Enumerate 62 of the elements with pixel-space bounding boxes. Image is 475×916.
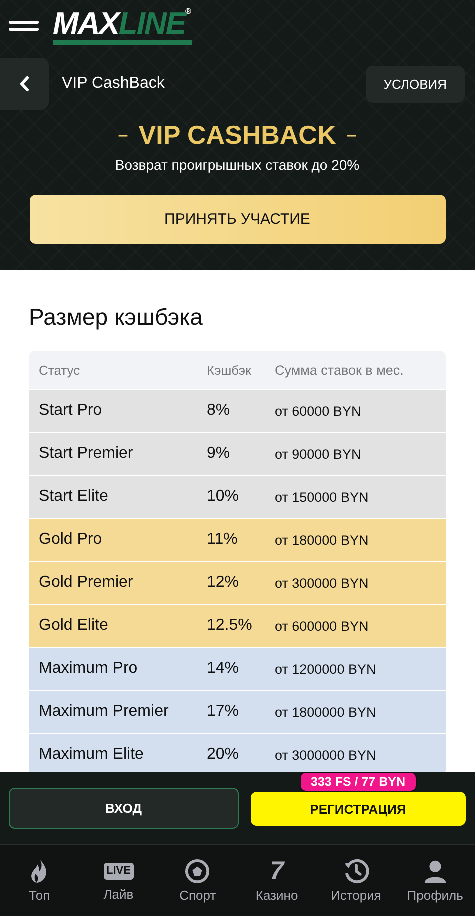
- promo-title: VIP CASHBACK: [138, 120, 336, 151]
- amount-cell-text: от 90000 BYN: [275, 446, 362, 462]
- amount-cell-text: от 300000 BYN: [275, 576, 370, 590]
- page-title: VIP CashBack: [62, 75, 166, 93]
- cashback-cell-text: 11%: [207, 531, 239, 549]
- amount-cell-text: от 1200000 BYN: [275, 662, 378, 676]
- join-button[interactable]: ПРИНЯТЬ УЧАСТИЕ: [30, 195, 446, 244]
- amount-cell-text: от 3000000 BYN: [275, 748, 378, 762]
- cashback-cell-text: 9%: [207, 445, 232, 463]
- nav-item[interactable]: 7 Казино: [239, 858, 316, 902]
- bonus-badge: 333 FS / 77 BYN: [300, 772, 416, 792]
- column-header: Кэшбэк: [207, 362, 252, 378]
- conditions-button[interactable]: УСЛОВИЯ: [366, 66, 465, 102]
- cashback-cell-text: 12.5%: [207, 617, 254, 635]
- nav-label: Спорт: [180, 888, 216, 902]
- nav-label: Лайв: [104, 886, 134, 902]
- amount-cell-text: от 600000 BYN: [275, 618, 370, 634]
- cashback-cell-text: 17%: [207, 703, 240, 721]
- cashback-cell-text: 20%: [207, 746, 240, 764]
- nav-item[interactable]: LIVE Лайв: [80, 860, 157, 902]
- dash: –: [118, 123, 129, 148]
- nav-item[interactable]: Профиль: [397, 858, 474, 902]
- status-cell-text: Start Elite: [38, 488, 110, 506]
- ball-icon: [185, 858, 210, 884]
- amount-cell-text: от 180000 BYN: [275, 532, 370, 548]
- nav-label: Профиль: [407, 888, 464, 902]
- back-button[interactable]: [0, 58, 49, 110]
- profile-icon: [422, 858, 448, 884]
- status-cell-text: Gold Premier: [38, 574, 134, 592]
- amount-cell-text: от 150000 BYN: [275, 490, 370, 504]
- history-icon: [344, 858, 369, 884]
- status-cell-text: Maximum Premier: [38, 703, 170, 721]
- status-cell-text: Start Pro: [38, 402, 104, 420]
- section-title: Размер кэшбэка: [29, 304, 204, 331]
- status-cell-text: Maximum Elite: [38, 746, 145, 764]
- nav-label: Казино: [256, 888, 298, 902]
- promo-subtitle: Возврат проигрышных ставок до 20%: [115, 157, 360, 173]
- register-button[interactable]: РЕГИСТРАЦИЯ: [250, 792, 466, 826]
- logo[interactable]: MAXLINE$^{®}$: [53, 8, 192, 44]
- cashback-cell-text: 14%: [207, 660, 240, 678]
- column-header: Сумма ставок в мес.: [275, 362, 405, 378]
- nav-item[interactable]: Спорт: [160, 858, 236, 902]
- cashback-cell-text: 10%: [207, 488, 240, 506]
- cashback-cell-text: 12%: [207, 574, 240, 592]
- dash: –: [346, 123, 358, 148]
- status-cell-text: Start Premier: [38, 445, 134, 463]
- nav-item[interactable]: История: [318, 858, 394, 902]
- status-cell-text: Maximum Pro: [38, 660, 139, 678]
- menu-icon[interactable]: [9, 20, 39, 32]
- login-button[interactable]: ВХОД: [9, 788, 238, 828]
- column-header: Статус: [38, 362, 82, 378]
- status-cell-text: Gold Elite: [38, 617, 110, 635]
- nav-label: История: [330, 888, 382, 902]
- amount-cell-text: от 60000 BYN: [275, 404, 362, 418]
- nav-label: Топ: [28, 888, 50, 902]
- amount-cell-text: от 1800000 BYN: [275, 704, 378, 720]
- live-icon: LIVE: [104, 862, 134, 880]
- seven-icon: 7: [270, 858, 284, 884]
- cashback-cell-text: 8%: [207, 402, 232, 420]
- back-icon: [19, 76, 30, 92]
- status-cell-text: Gold Pro: [38, 531, 104, 549]
- nav-item[interactable]: Топ: [2, 858, 78, 902]
